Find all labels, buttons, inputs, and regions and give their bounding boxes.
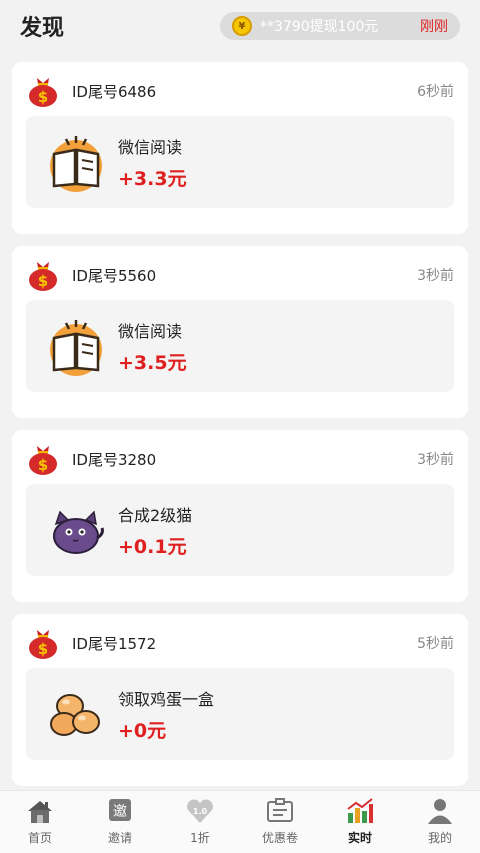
feed-card[interactable]: $ ID尾号3280 3秒前 合成2级猫 +0.1元 [12, 430, 468, 602]
feed-card-header: $ ID尾号3280 3秒前 [26, 442, 454, 476]
profile-icon [428, 799, 452, 824]
tab-label: 优惠卷 [261, 831, 298, 845]
svg-text:邀: 邀 [113, 804, 127, 820]
cat-icon [53, 510, 104, 554]
task-panel: 领取鸡蛋一盒 +0元 [26, 668, 454, 760]
discount-heart-icon: 1.0 [187, 799, 213, 823]
reward-amount: +3.3元 [118, 168, 187, 190]
tab-discount[interactable]: 1.0 1折 [160, 791, 240, 853]
ticker-time: 刚刚 [420, 19, 448, 35]
book-icon [50, 320, 102, 376]
post-time: 3秒前 [417, 452, 454, 468]
task-name: 合成2级猫 [118, 506, 193, 525]
tab-label: 1折 [190, 831, 210, 845]
coupon-icon [267, 798, 293, 822]
task-name: 领取鸡蛋一盒 [118, 690, 215, 709]
tab-realtime[interactable]: 实时 [320, 791, 400, 853]
tab-label: 实时 [347, 831, 372, 845]
feed-card-header: $ ID尾号1572 5秒前 [26, 626, 454, 660]
tab-coupon[interactable]: 优惠卷 [240, 791, 320, 853]
bottom-tab-bar: 首页 邀 邀请 1.0 1折 优惠卷 实时 我的 [0, 790, 480, 853]
reward-amount: +0元 [118, 720, 167, 742]
svg-text:$: $ [38, 88, 48, 106]
money-bag-icon: $ [29, 446, 57, 475]
tab-label: 首页 [27, 831, 52, 845]
user-id: ID尾号1572 [72, 634, 157, 653]
svg-text:$: $ [38, 272, 48, 290]
feed-card-header: $ ID尾号6486 6秒前 [26, 74, 454, 108]
post-time: 3秒前 [417, 268, 454, 284]
feed-card[interactable]: $ ID尾号1572 5秒前 领取鸡蛋一盒 +0元 [12, 614, 468, 786]
eggs-icon [50, 694, 100, 736]
user-id: ID尾号5560 [72, 266, 157, 285]
tab-profile[interactable]: 我的 [400, 791, 480, 853]
task-name: 微信阅读 [118, 138, 183, 157]
invite-icon: 邀 [109, 799, 131, 821]
tab-home[interactable]: 首页 [0, 791, 80, 853]
user-id: ID尾号3280 [72, 450, 157, 469]
svg-text:$: $ [38, 456, 48, 474]
withdraw-ticker[interactable]: ¥ **3790提现100元 刚刚 [220, 12, 460, 40]
reward-amount: +3.5元 [118, 352, 187, 374]
money-bag-icon: $ [29, 262, 57, 291]
svg-text:1.0: 1.0 [193, 807, 208, 816]
post-time: 5秒前 [417, 636, 454, 652]
post-time: 6秒前 [417, 84, 454, 100]
page-title: 发现 [20, 16, 65, 41]
money-bag-icon: $ [29, 78, 57, 107]
reward-amount: +0.1元 [118, 536, 187, 558]
task-panel: 微信阅读 +3.3元 [26, 116, 454, 208]
feed-card[interactable]: $ ID尾号5560 3秒前 微信阅读 +3.5元 [12, 246, 468, 418]
realtime-chart-icon [347, 798, 373, 823]
book-icon [50, 136, 102, 192]
top-bar: 发现 ¥ **3790提现100元 刚刚 [0, 0, 480, 52]
user-id: ID尾号6486 [72, 82, 157, 101]
ticker-text: **3790提现100元 [260, 19, 379, 35]
home-icon [28, 801, 52, 823]
feed-card[interactable]: $ ID尾号6486 6秒前 微信阅读 +3.3元 [12, 62, 468, 234]
feed-card-header: $ ID尾号5560 3秒前 [26, 258, 454, 292]
svg-text:$: $ [38, 640, 48, 658]
task-name: 微信阅读 [118, 322, 183, 341]
money-bag-icon: $ [29, 630, 57, 659]
tab-invite[interactable]: 邀 邀请 [80, 791, 160, 853]
task-panel: 合成2级猫 +0.1元 [26, 484, 454, 576]
coin-icon: ¥ [232, 16, 252, 36]
tab-label: 邀请 [107, 831, 132, 845]
task-panel: 微信阅读 +3.5元 [26, 300, 454, 392]
tab-label: 我的 [427, 831, 452, 845]
